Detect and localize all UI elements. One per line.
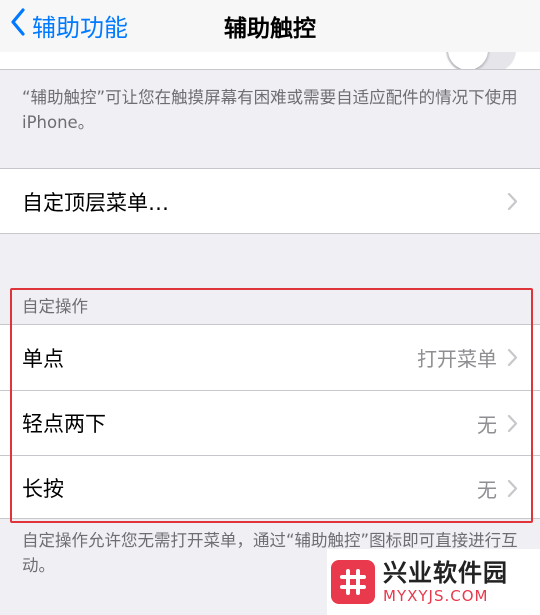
customize-top-menu-row[interactable]: 自定顶层菜单…: [0, 169, 540, 234]
assistive-touch-toggle-row: [0, 52, 540, 70]
assistive-touch-description: “辅助触控”可让您在触摸屏幕有困难或需要自适应配件的情况下使用 iPhone。: [22, 88, 518, 132]
watermark: 兴业软件园 MYXYJS.COM: [327, 549, 540, 615]
assistive-touch-toggle[interactable]: [446, 52, 516, 69]
hash-logo-icon: [331, 560, 375, 604]
highlight-box: [10, 288, 533, 523]
row-label: 自定顶层菜单…: [22, 190, 169, 215]
watermark-name: 兴业软件园: [383, 559, 508, 587]
page-title: 辅助触控: [224, 16, 316, 42]
navigation-bar: 辅助功能 辅助触控: [0, 0, 540, 52]
toggle-knob: [448, 52, 488, 69]
chevron-right-icon: [507, 192, 518, 211]
watermark-url: MYXYJS.COM: [383, 587, 489, 605]
menu-group: 自定顶层菜单…: [0, 168, 540, 234]
